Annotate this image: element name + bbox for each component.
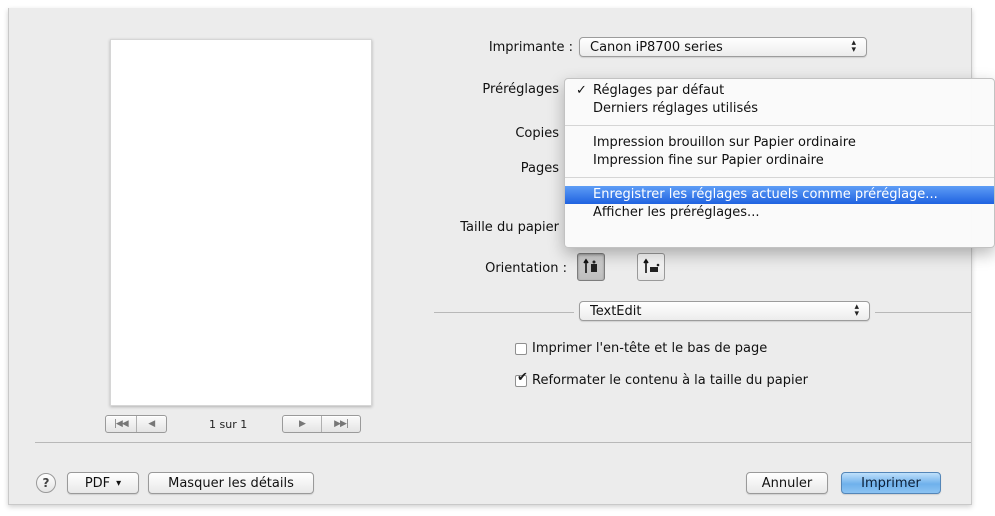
header-footer-label: Imprimer l'en-tête et le bas de page <box>532 341 768 356</box>
paper-size-label: Taille du papier <box>460 220 559 235</box>
copies-label: Copies <box>515 126 559 141</box>
print-dialog: |◀◀ ◀ 1 sur 1 ▶ ▶▶| Imprimante : Canon i… <box>8 8 995 505</box>
printer-value: Canon iP8700 series <box>590 39 723 55</box>
updown-arrows-icon: ▴ ▾ <box>854 302 859 319</box>
menu-item-fine-plain-paper[interactable]: Impression fine sur Papier ordinaire <box>565 152 994 170</box>
printer-select[interactable]: Canon iP8700 series ▴ ▾ <box>579 37 867 57</box>
pdf-menu-button[interactable]: PDF ▾ <box>67 472 139 494</box>
menu-item-label: Impression brouillon sur Papier ordinair… <box>593 135 856 150</box>
menu-item-label: Enregistrer les réglages actuels comme p… <box>593 187 938 202</box>
menu-item-default-settings[interactable]: ✓ Réglages par défaut <box>565 82 994 100</box>
pages-label: Pages <box>520 161 559 176</box>
menu-item-label: Derniers réglages utilisés <box>593 101 758 116</box>
cancel-button[interactable]: Annuler <box>746 472 828 494</box>
preview-nav-back-group: |◀◀ ◀ <box>105 415 167 433</box>
presets-label: Préréglages <box>482 82 559 97</box>
menu-item-draft-plain-paper[interactable]: Impression brouillon sur Papier ordinair… <box>565 134 994 152</box>
hide-details-button[interactable]: Masquer les détails <box>148 472 314 494</box>
orientation-label: Orientation : <box>485 261 567 276</box>
rewrap-label: Reformater le contenu à la taille du pap… <box>532 373 808 388</box>
menu-item-label: Afficher les préréglages... <box>593 205 760 220</box>
updown-arrows-icon: ▴ ▾ <box>851 38 856 55</box>
pdf-label: PDF <box>84 475 111 491</box>
portrait-orientation-button[interactable] <box>577 253 605 281</box>
first-page-button[interactable]: |◀◀ <box>106 416 136 432</box>
checkmark-icon: ✔ <box>517 369 528 385</box>
menu-item-label: Impression fine sur Papier ordinaire <box>593 153 824 168</box>
last-page-button[interactable]: ▶▶| <box>321 416 360 432</box>
landscape-orientation-button[interactable] <box>637 253 665 281</box>
previous-page-button[interactable]: ◀ <box>135 416 167 432</box>
header-footer-checkbox[interactable] <box>515 342 527 355</box>
app-section-select[interactable]: TextEdit ▴ ▾ <box>579 301 870 321</box>
print-button[interactable]: Imprimer <box>841 472 941 494</box>
page-preview <box>110 39 372 406</box>
rewrap-option[interactable]: ✔ Reformater le contenu à la taille du p… <box>515 370 808 388</box>
app-section-value: TextEdit <box>590 303 642 319</box>
menu-separator <box>565 177 994 178</box>
printer-label: Imprimante : <box>488 40 573 55</box>
menu-item-show-presets[interactable]: Afficher les préréglages... <box>565 204 994 222</box>
page-count: 1 sur 1 <box>209 418 248 431</box>
help-button[interactable]: ? <box>36 473 56 493</box>
preview-nav-forward-group: ▶ ▶▶| <box>282 415 361 433</box>
header-footer-option[interactable]: Imprimer l'en-tête et le bas de page <box>515 341 767 356</box>
section-divider-right <box>875 312 971 313</box>
rewrap-checkbox[interactable]: ✔ <box>515 370 528 387</box>
help-icon: ? <box>42 476 50 490</box>
presets-menu: ✓ Réglages par défaut Derniers réglages … <box>564 78 995 248</box>
next-page-button[interactable]: ▶ <box>283 416 321 432</box>
portrait-orientation-icon <box>583 258 597 273</box>
menu-item-last-used-settings[interactable]: Derniers réglages utilisés <box>565 100 994 118</box>
section-divider-left <box>434 312 574 313</box>
menu-item-label: Réglages par défaut <box>593 83 725 98</box>
menu-item-save-current-as-preset[interactable]: Enregistrer les réglages actuels comme p… <box>565 186 994 204</box>
checkmark-icon: ✓ <box>576 83 587 98</box>
landscape-orientation-icon <box>643 258 660 273</box>
menu-separator <box>565 125 994 126</box>
chevron-down-icon: ▾ <box>116 477 122 489</box>
footer-divider <box>35 442 971 443</box>
